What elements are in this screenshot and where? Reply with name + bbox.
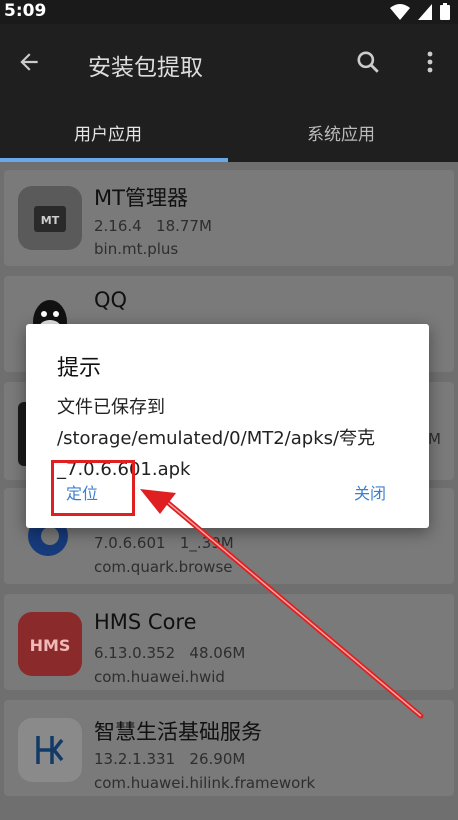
annotation-arrow-icon	[140, 489, 424, 719]
